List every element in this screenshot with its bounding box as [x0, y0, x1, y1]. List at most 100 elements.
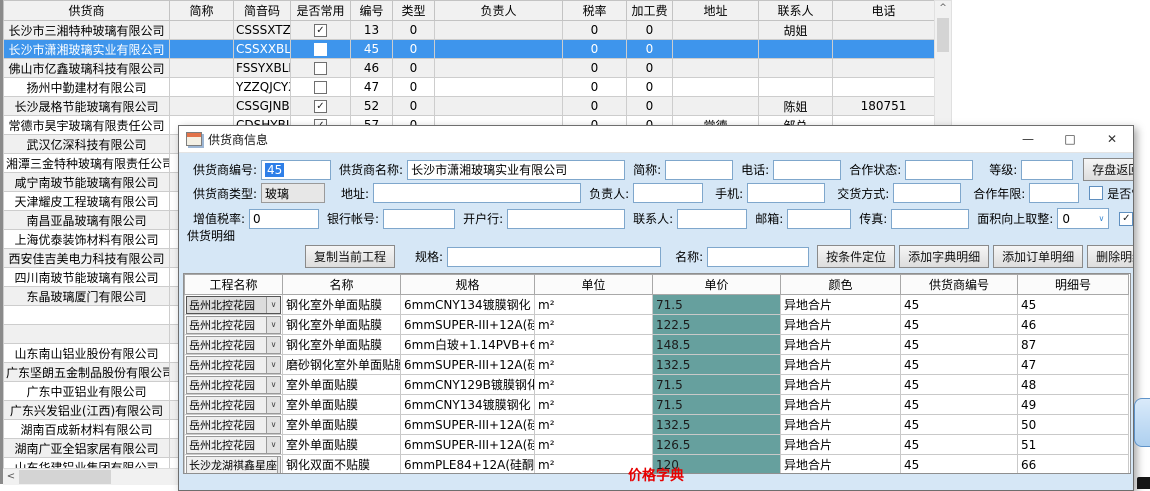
common-checkbox-cell[interactable] — [291, 40, 351, 59]
supplier-no-cell[interactable]: 45 — [901, 375, 1018, 395]
spec-cell[interactable]: 6mmSUPER-III+12A(硅... — [401, 315, 535, 335]
supplier-name-cell[interactable]: 上海优泰装饰材料有限公司 — [4, 230, 170, 249]
color-cell[interactable]: 异地合片 — [781, 335, 901, 355]
project-combo-cell[interactable]: 岳州北控花园∨ — [185, 295, 283, 315]
coop-status-input[interactable] — [905, 160, 973, 180]
mobile-input[interactable] — [747, 183, 825, 203]
color-cell[interactable]: 异地合片 — [781, 375, 901, 395]
scroll-up-icon[interactable]: ^ — [935, 1, 951, 17]
number-cell[interactable]: 46 — [351, 59, 393, 78]
project-combo-cell[interactable]: 岳州北控花园∨ — [185, 335, 283, 355]
maximize-button[interactable]: □ — [1049, 126, 1091, 152]
delete-detail-button[interactable]: 删除明细 — [1087, 245, 1133, 268]
number-cell[interactable]: 13 — [351, 21, 393, 40]
col-number[interactable]: 编号 — [351, 1, 393, 21]
price-cell[interactable]: 71.5 — [653, 395, 781, 415]
tax-cell[interactable]: 0 — [563, 40, 627, 59]
abbr-cell[interactable] — [170, 40, 234, 59]
project-combo-cell[interactable]: 岳州北控花园∨ — [185, 395, 283, 415]
address-cell[interactable] — [673, 40, 759, 59]
manager-cell[interactable] — [435, 78, 563, 97]
project-combo[interactable]: 岳州北控花园∨ — [186, 336, 281, 354]
phone-cell[interactable] — [833, 40, 935, 59]
name-cell[interactable]: 钢化室外单面贴膜 — [283, 315, 401, 335]
col-type[interactable]: 类型 — [393, 1, 435, 21]
detail-no-cell[interactable]: 45 — [1018, 295, 1129, 315]
manager-cell[interactable] — [435, 21, 563, 40]
detail-grid-row[interactable]: 岳州北控花园∨室外单面贴膜6mmCNY134镀膜钢化m²71.5异地合片4549 — [185, 395, 1129, 415]
detail-no-cell[interactable]: 49 — [1018, 395, 1129, 415]
project-combo-cell[interactable]: 岳州北控花园∨ — [185, 355, 283, 375]
abbr-cell[interactable] — [170, 97, 234, 116]
number-cell[interactable]: 47 — [351, 78, 393, 97]
supplier-no-cell[interactable]: 45 — [901, 435, 1018, 455]
detail-no-cell[interactable]: 46 — [1018, 315, 1129, 335]
tax-cell[interactable]: 0 — [563, 21, 627, 40]
address-input[interactable] — [373, 183, 581, 203]
type-cell[interactable]: 0 — [393, 97, 435, 116]
common-checkbox[interactable] — [314, 62, 327, 75]
spec-cell[interactable]: 6mmSUPER-III+12A(硅... — [401, 435, 535, 455]
tax-cell[interactable]: 0 — [563, 78, 627, 97]
contact-cell[interactable]: 胡姐 — [759, 21, 833, 40]
fee-cell[interactable]: 0 — [627, 40, 673, 59]
supplier-no-cell[interactable]: 45 — [901, 315, 1018, 335]
detail-grid-row[interactable]: 岳州北控花园∨钢化室外单面贴膜6mmSUPER-III+12A(硅...m²12… — [185, 315, 1129, 335]
project-combo[interactable]: 岳州北控花园∨ — [186, 376, 281, 394]
supplier-name-input[interactable]: 长沙市潇湘玻璃实业有限公司 — [407, 160, 625, 180]
supplier-name-cell[interactable]: 西安佳吉美电力科技有限公司 — [4, 249, 170, 268]
delivery-input[interactable] — [893, 183, 961, 203]
unit-cell[interactable]: m² — [535, 415, 653, 435]
detail-no-cell[interactable]: 50 — [1018, 415, 1129, 435]
supplier-name-cell[interactable]: 长沙市潇湘玻璃实业有限公司 — [4, 40, 170, 59]
manager-input[interactable] — [633, 183, 703, 203]
price-cell[interactable]: 71.5 — [653, 295, 781, 315]
project-combo-cell[interactable]: 岳州北控花园∨ — [185, 415, 283, 435]
chevron-down-icon[interactable]: ∨ — [266, 437, 280, 453]
tax-cell[interactable]: 0 — [563, 59, 627, 78]
code-cell[interactable]: FSSYXBLKJ.. — [234, 59, 291, 78]
manager-cell[interactable] — [435, 59, 563, 78]
supplier-row[interactable]: 佛山市亿鑫玻璃科技有限公司FSSYXBLKJ..46000 — [4, 59, 935, 78]
detail-grid-row[interactable]: 岳州北控花园∨室外单面贴膜6mmSUPER-III+12A(硅...m²126.… — [185, 435, 1129, 455]
number-cell[interactable]: 45 — [351, 40, 393, 59]
detail-no-cell[interactable]: 87 — [1018, 335, 1129, 355]
common-checkbox[interactable]: ✓ — [314, 24, 327, 37]
supplier-name-cell[interactable]: 咸宁南玻节能玻璃有限公司 — [4, 173, 170, 192]
supplier-name-cell[interactable]: 广东兴发铝业(江西)有限公司 — [4, 401, 170, 420]
phone-cell[interactable] — [833, 59, 935, 78]
project-bind-checkbox[interactable]: ✓ — [1119, 212, 1133, 226]
common-checkbox-cell[interactable]: ✓ — [291, 21, 351, 40]
color-cell[interactable]: 异地合片 — [781, 315, 901, 335]
gcol-spec[interactable]: 规格 — [401, 275, 535, 295]
type-cell[interactable]: 0 — [393, 78, 435, 97]
chevron-down-icon[interactable]: ∨ — [266, 357, 280, 373]
detail-grid-row[interactable]: 岳州北控花园∨钢化室外单面贴膜6mmCNY134镀膜钢化m²71.5异地合片45… — [185, 295, 1129, 315]
chevron-down-icon[interactable]: ∨ — [266, 297, 280, 313]
project-combo-cell[interactable]: 岳州北控花园∨ — [185, 375, 283, 395]
color-cell[interactable]: 异地合片 — [781, 435, 901, 455]
type-cell[interactable]: 0 — [393, 59, 435, 78]
horizontal-scrollbar[interactable]: < — [3, 468, 178, 485]
common-checkbox[interactable]: ✓ — [314, 100, 327, 113]
supplier-name-cell[interactable] — [4, 306, 170, 325]
col-fee[interactable]: 加工费 — [627, 1, 673, 21]
detail-no-cell[interactable]: 48 — [1018, 375, 1129, 395]
name-cell[interactable]: 室外单面贴膜 — [283, 375, 401, 395]
project-combo[interactable]: 岳州北控花园∨ — [186, 436, 281, 454]
supplier-name-cell[interactable]: 山东南山铝业股份有限公司 — [4, 344, 170, 363]
supplier-name-cell[interactable]: 长沙市三湘特种玻璃有限公司 — [4, 21, 170, 40]
address-cell[interactable] — [673, 59, 759, 78]
common-use-checkbox[interactable] — [1089, 186, 1103, 200]
type-cell[interactable]: 0 — [393, 40, 435, 59]
supplier-name-cell[interactable]: 佛山市亿鑫玻璃科技有限公司 — [4, 59, 170, 78]
project-combo[interactable]: 岳州北控花园∨ — [186, 416, 281, 434]
supplier-no-cell[interactable]: 45 — [901, 395, 1018, 415]
contact-input[interactable] — [677, 209, 747, 229]
gcol-name[interactable]: 名称 — [283, 275, 401, 295]
fee-cell[interactable]: 0 — [627, 78, 673, 97]
color-cell[interactable]: 异地合片 — [781, 355, 901, 375]
phone-cell[interactable]: 180751 — [833, 97, 935, 116]
name-input[interactable] — [707, 247, 809, 267]
color-cell[interactable]: 异地合片 — [781, 395, 901, 415]
